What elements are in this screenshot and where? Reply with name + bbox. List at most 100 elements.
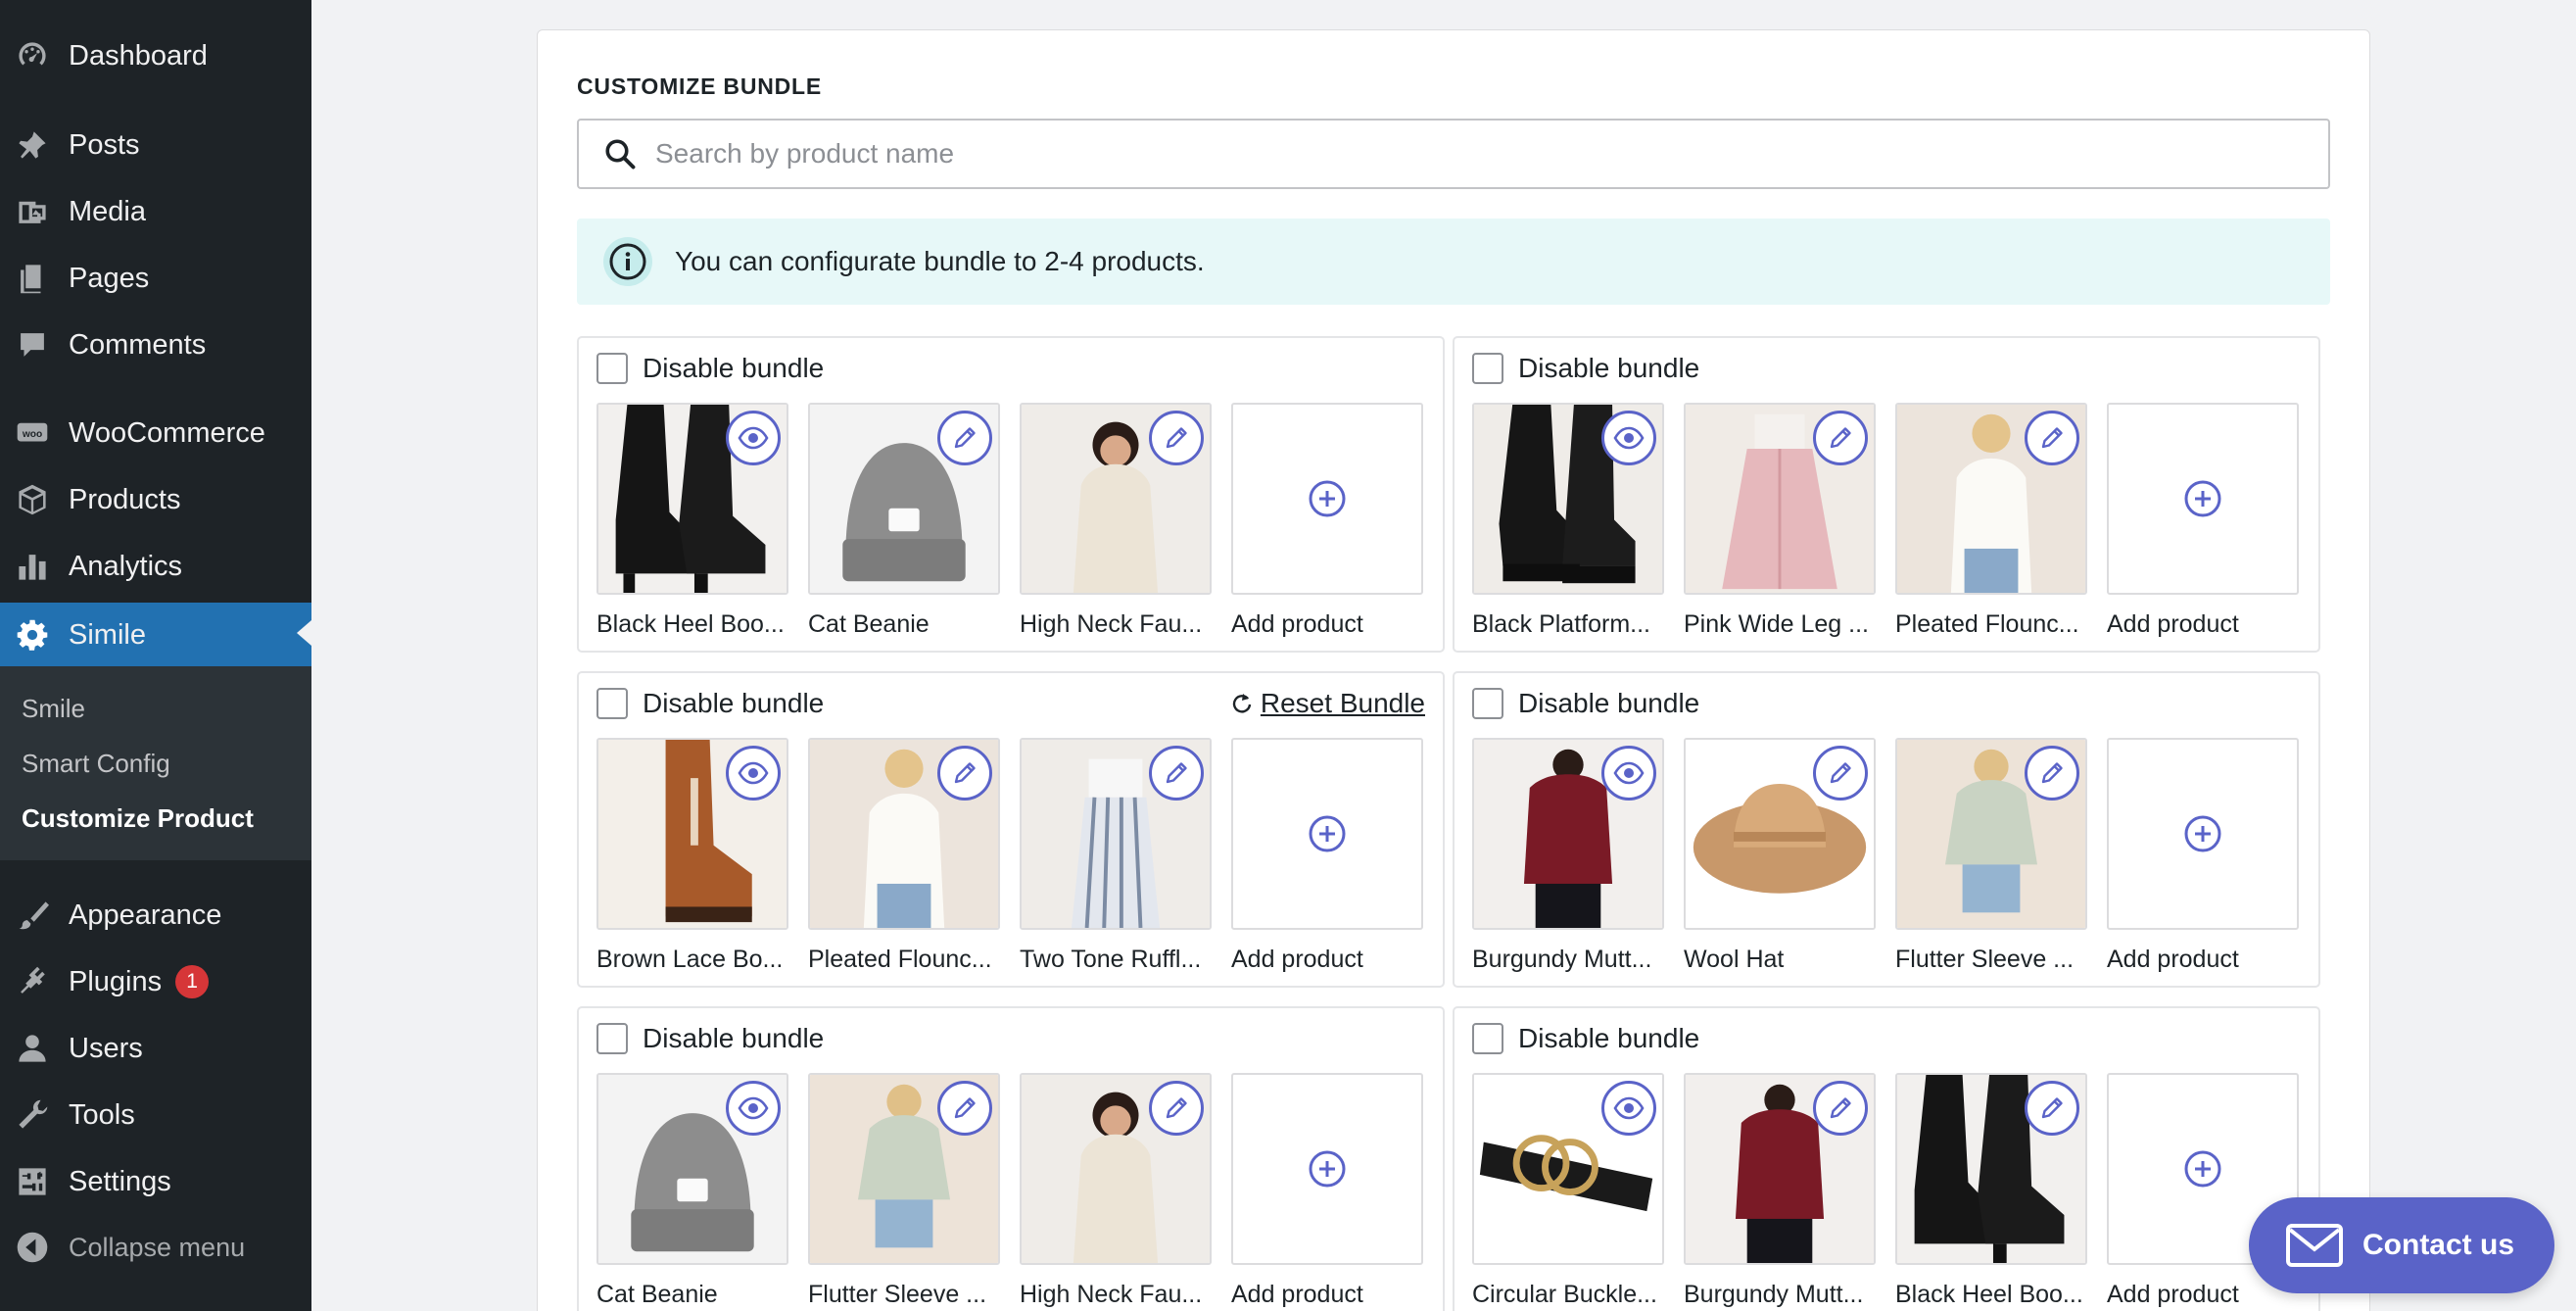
- pencil-icon: [2036, 422, 2068, 454]
- bar-chart-icon: [14, 548, 51, 585]
- view-product-button[interactable]: [726, 746, 781, 801]
- disable-bundle-label: Disable bundle: [1518, 353, 1700, 383]
- reset-bundle-link[interactable]: Reset Bundle: [1229, 688, 1425, 719]
- disable-bundle-checkbox[interactable]: [1472, 688, 1503, 719]
- product-slot[interactable]: [1472, 738, 1664, 930]
- pencil-icon: [2036, 1092, 2068, 1124]
- menu-label-users: Users: [69, 1032, 143, 1064]
- menu-label-dashboard: Dashboard: [69, 39, 208, 72]
- product-slot[interactable]: [1472, 403, 1664, 595]
- product-name: Burgundy Mutt...: [1472, 946, 1652, 973]
- disable-bundle-checkbox[interactable]: [596, 688, 628, 719]
- add-product-slot[interactable]: [1231, 403, 1423, 595]
- woo-icon: woo: [14, 414, 51, 452]
- add-product-slot[interactable]: [1231, 1073, 1423, 1265]
- menu-item-appearance[interactable]: Appearance: [0, 885, 311, 946]
- product-slot[interactable]: [1895, 403, 2087, 595]
- product-name: Add product: [2107, 946, 2239, 973]
- reset-icon: [1229, 691, 1261, 716]
- product-slot[interactable]: [808, 738, 1000, 930]
- menu-label-analytics: Analytics: [69, 550, 183, 582]
- product-name: Burgundy Mutt...: [1684, 1281, 1864, 1308]
- disable-bundle-checkbox[interactable]: [596, 353, 628, 384]
- menu-label-posts: Posts: [69, 128, 140, 161]
- product-slot[interactable]: [1895, 1073, 2087, 1265]
- contact-us-button[interactable]: Contact us: [2249, 1197, 2554, 1293]
- menu-item-plugins[interactable]: Plugins 1: [0, 951, 311, 1012]
- product-slot[interactable]: [808, 1073, 1000, 1265]
- menu-item-products[interactable]: Products: [0, 469, 311, 530]
- menu-label-woocommerce: WooCommerce: [69, 416, 265, 449]
- product-slot[interactable]: [1684, 403, 1876, 595]
- svg-text:woo: woo: [22, 429, 42, 440]
- product-slot[interactable]: [1020, 738, 1212, 930]
- pencil-icon: [1161, 1092, 1192, 1124]
- product-slot[interactable]: [1684, 1073, 1876, 1265]
- plugins-update-badge: 1: [175, 965, 210, 998]
- edit-product-button[interactable]: [2025, 1081, 2079, 1136]
- add-product-slot[interactable]: [2107, 738, 2299, 930]
- edit-product-button[interactable]: [1813, 411, 1868, 465]
- edit-product-button[interactable]: [1813, 746, 1868, 801]
- edit-product-button[interactable]: [2025, 746, 2079, 801]
- view-product-button[interactable]: [726, 411, 781, 465]
- eye-icon: [1613, 757, 1645, 789]
- disable-bundle-checkbox[interactable]: [596, 1023, 628, 1054]
- product-slot[interactable]: [808, 403, 1000, 595]
- submenu-item-customize-product[interactable]: Customize Product: [22, 803, 254, 834]
- menu-item-media[interactable]: Media: [0, 181, 311, 242]
- search-input[interactable]: [655, 138, 2271, 170]
- edit-product-button[interactable]: [1149, 746, 1204, 801]
- menu-item-comments[interactable]: Comments: [0, 315, 311, 375]
- product-slot[interactable]: [596, 738, 788, 930]
- product-slot[interactable]: [1684, 738, 1876, 930]
- menu-item-pages[interactable]: Pages: [0, 248, 311, 309]
- product-slot[interactable]: [596, 1073, 788, 1265]
- edit-product-button[interactable]: [2025, 411, 2079, 465]
- view-product-button[interactable]: [1601, 1081, 1656, 1136]
- edit-product-button[interactable]: [937, 1081, 992, 1136]
- submenu-item-smile[interactable]: Smile: [22, 694, 85, 724]
- product-slot[interactable]: [1020, 1073, 1212, 1265]
- product-name: Flutter Sleeve ...: [1895, 946, 2075, 973]
- menu-item-users[interactable]: Users: [0, 1018, 311, 1079]
- view-product-button[interactable]: [1601, 411, 1656, 465]
- menu-item-dashboard[interactable]: Dashboard: [0, 25, 311, 86]
- product-slot[interactable]: [1020, 403, 1212, 595]
- product-name: Add product: [1231, 610, 1363, 638]
- comment-icon: [14, 326, 51, 364]
- eye-icon: [738, 1092, 769, 1124]
- view-product-button[interactable]: [1601, 746, 1656, 801]
- menu-item-settings[interactable]: Settings: [0, 1151, 311, 1212]
- menu-item-analytics[interactable]: Analytics: [0, 536, 311, 597]
- search-icon: [605, 139, 636, 170]
- edit-product-button[interactable]: [1813, 1081, 1868, 1136]
- search-box[interactable]: [577, 119, 2330, 189]
- contact-us-label: Contact us: [2362, 1229, 2515, 1261]
- product-name: Pink Wide Leg ...: [1684, 610, 1869, 638]
- submenu-item-smart-config[interactable]: Smart Config: [22, 749, 170, 779]
- disable-bundle-checkbox[interactable]: [1472, 353, 1503, 384]
- menu-label-plugins: Plugins: [69, 965, 163, 997]
- menu-item-tools[interactable]: Tools: [0, 1085, 311, 1145]
- product-name: Circular Buckle...: [1472, 1281, 1657, 1308]
- collapse-menu-button[interactable]: Collapse menu: [0, 1217, 311, 1278]
- disable-bundle-label: Disable bundle: [643, 353, 825, 383]
- menu-item-posts[interactable]: Posts: [0, 115, 311, 175]
- simile-submenu: Smile Smart Config Customize Product: [0, 666, 311, 860]
- edit-product-button[interactable]: [937, 411, 992, 465]
- add-product-slot[interactable]: [2107, 403, 2299, 595]
- menu-item-woocommerce[interactable]: woo WooCommerce: [0, 403, 311, 463]
- menu-item-simile[interactable]: Simile: [0, 603, 311, 667]
- dashboard-icon: [14, 37, 51, 74]
- view-product-button[interactable]: [726, 1081, 781, 1136]
- product-slot[interactable]: [596, 403, 788, 595]
- product-slot[interactable]: [1472, 1073, 1664, 1265]
- add-product-slot[interactable]: [1231, 738, 1423, 930]
- menu-label-simile: Simile: [69, 618, 146, 651]
- product-slot[interactable]: [1895, 738, 2087, 930]
- edit-product-button[interactable]: [937, 746, 992, 801]
- disable-bundle-checkbox[interactable]: [1472, 1023, 1503, 1054]
- edit-product-button[interactable]: [1149, 1081, 1204, 1136]
- edit-product-button[interactable]: [1149, 411, 1204, 465]
